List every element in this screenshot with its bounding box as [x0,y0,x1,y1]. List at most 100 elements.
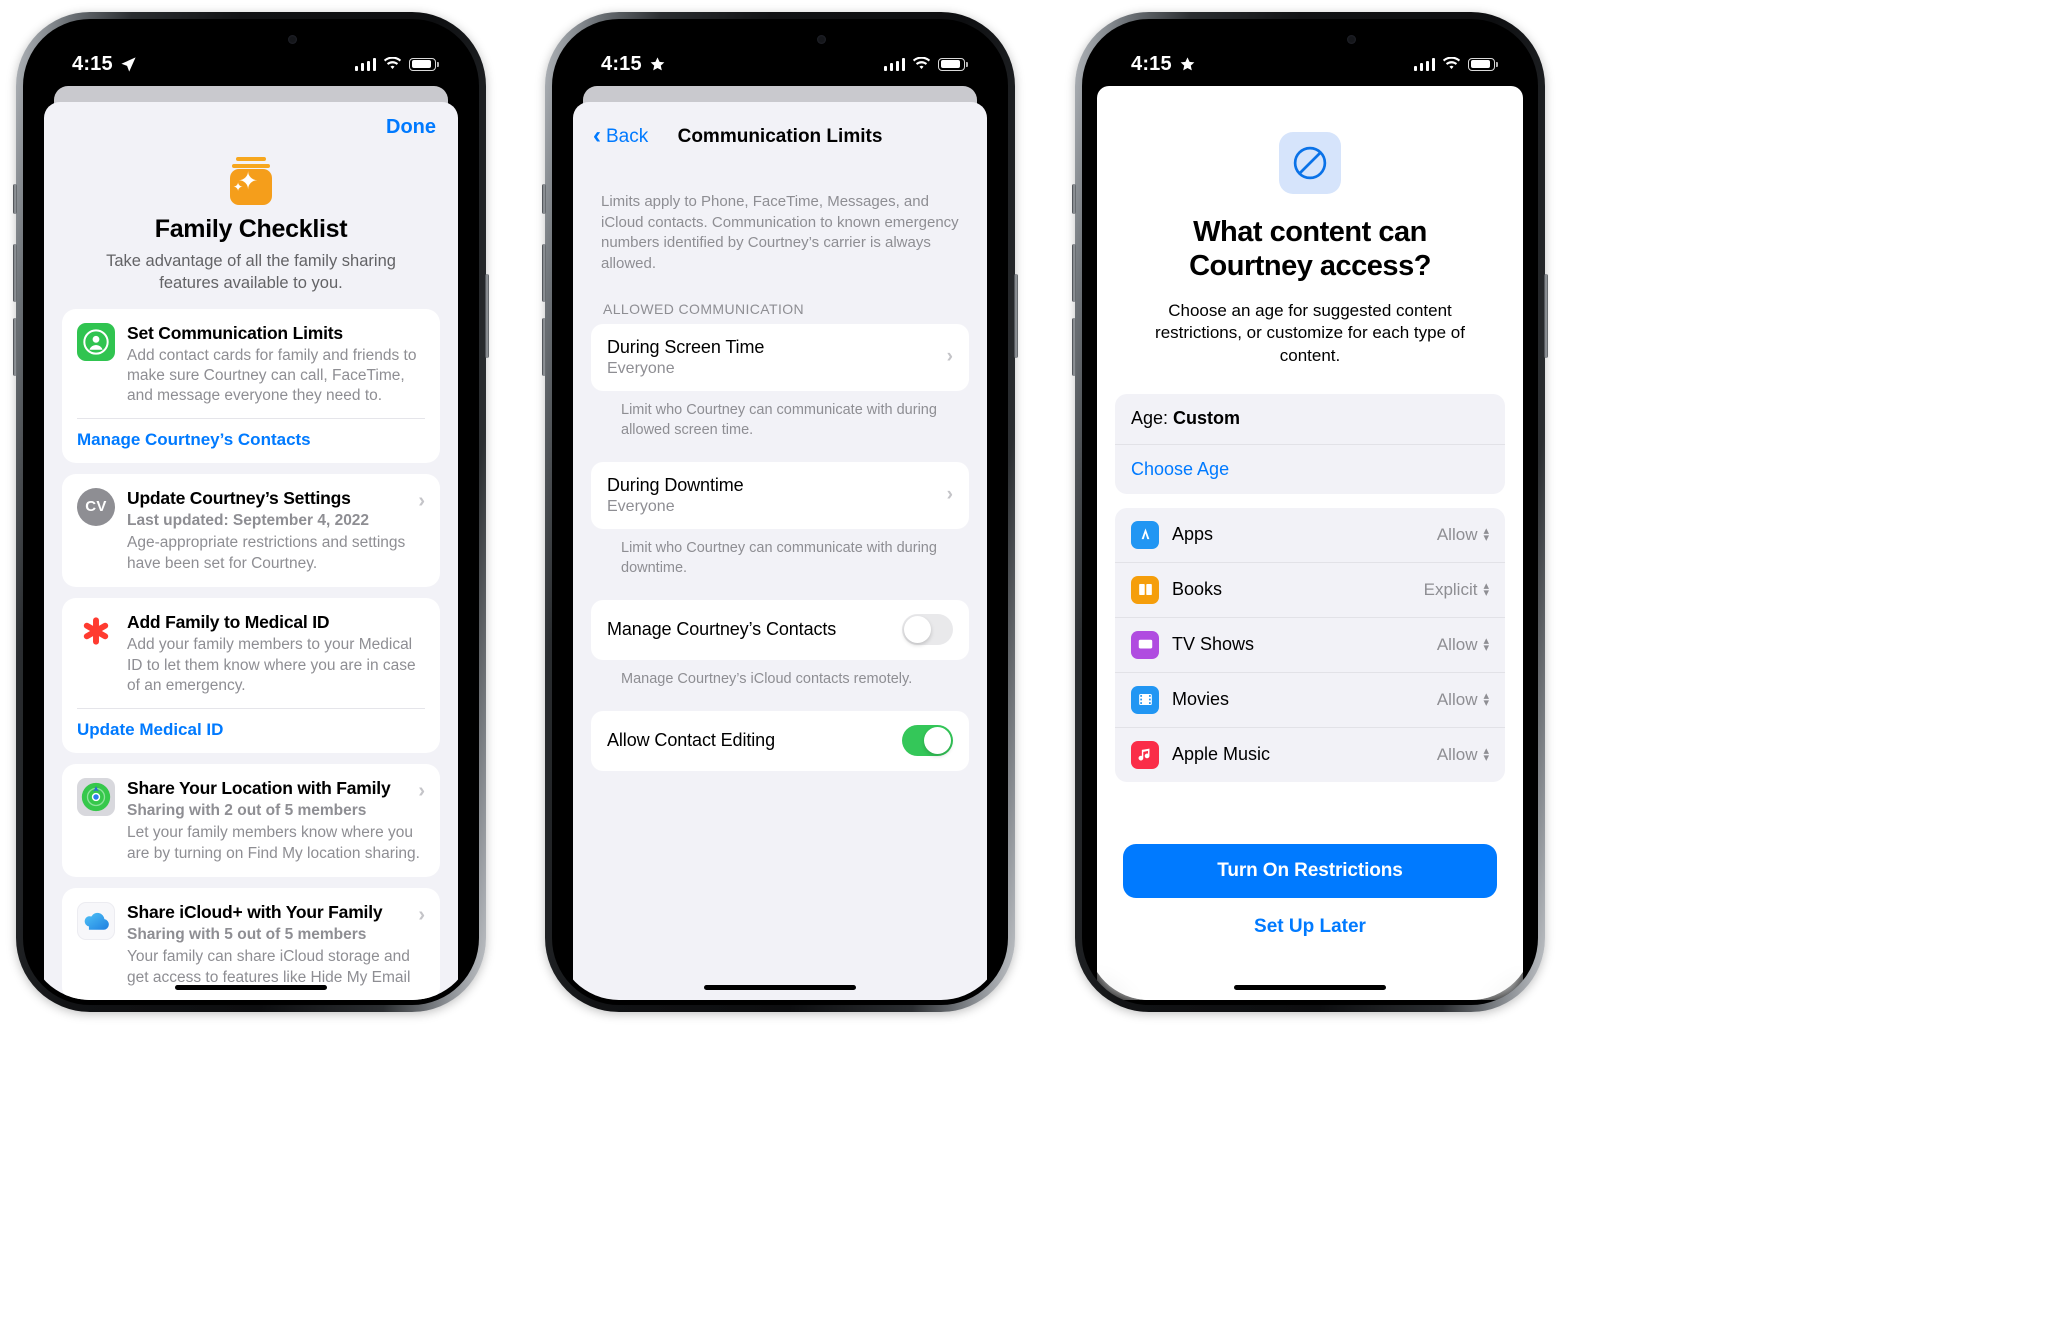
row-value: Everyone [607,497,675,515]
find-my-icon [77,777,115,816]
set-up-later-button[interactable]: Set Up Later [1123,916,1497,938]
books-icon [1131,575,1159,604]
content-value[interactable]: Allow ▴ ▾ [1437,745,1489,765]
home-indicator [704,985,856,990]
power-button[interactable] [1014,274,1018,358]
battery-icon [1468,57,1498,71]
card-title: Share Your Location with Family [127,777,391,798]
content-value[interactable]: Allow ▴ ▾ [1437,635,1489,655]
card-subtitle: Let your family members know where you a… [127,824,420,862]
content-type-group: Apps Allow ▴ ▾ Books Explicit ▴ ▾ TV Sho… [1115,507,1505,782]
bottom-action-bar: Turn On Restrictions Set Up Later [1097,822,1523,1000]
turn-on-restrictions-button[interactable]: Turn On Restrictions [1123,844,1497,898]
cellular-signal-icon [354,57,376,71]
icloud-icon [77,901,115,940]
battery-icon [938,57,968,71]
power-button[interactable] [485,274,489,358]
row-footer: Manage Courtney’s iCloud contacts remote… [621,670,913,687]
notch [171,24,331,56]
notch [1230,24,1390,56]
card-update-courtney-settings[interactable]: › CV Update Courtney’s Settings Last upd… [62,473,440,588]
app-store-icon [1131,520,1159,549]
card-meta: Sharing with 5 out of 5 members [127,925,367,943]
choose-age-row[interactable]: Choose Age [1115,443,1505,494]
card-title: Update Courtney’s Settings [127,487,351,508]
content-restrictions-header: What content can Courtney access? Choose… [1097,86,1523,368]
mute-switch[interactable] [1072,184,1076,214]
wifi-icon [912,57,931,70]
chevron-right-icon: › [418,903,425,926]
card-meta: Last updated: September 4, 2022 [127,511,370,529]
content-name: TV Shows [1172,634,1255,655]
volume-up-button[interactable] [542,244,546,302]
row-during-screen-time-group: During Screen Time Everyone › Limit who … [591,323,969,440]
home-indicator [175,985,327,990]
card-share-location[interactable]: › Share Your Location with Family Sharin… [62,763,440,877]
volume-down-button[interactable] [13,318,17,376]
card-share-icloud-plus[interactable]: › Share iCloud+ with Your Family Sharing… [62,887,440,1000]
row-title: During Screen Time [607,336,765,357]
front-camera-icon [288,35,297,44]
home-indicator [1234,985,1386,990]
content-row-books[interactable]: Books Explicit ▴ ▾ [1115,561,1505,617]
front-camera-icon [1347,35,1356,44]
row-during-downtime-group: During Downtime Everyone › Limit who Cou… [591,461,969,578]
content-name: Books [1172,579,1223,600]
volume-down-button[interactable] [542,318,546,376]
communication-limits-sheet: ‹ Back Communication Limits Limits apply… [573,102,987,1000]
content-row-tv-shows[interactable]: TV Shows Allow ▴ ▾ [1115,616,1505,672]
battery-icon [409,57,439,71]
chevron-updown-icon: ▴ ▾ [1483,689,1489,709]
content-value[interactable]: Explicit ▴ ▾ [1424,580,1489,600]
content-row-apps[interactable]: Apps Allow ▴ ▾ [1115,508,1505,562]
update-medical-id-link[interactable]: Update Medical ID [77,707,425,740]
location-arrow-icon [121,56,136,72]
cellular-signal-icon [1413,57,1435,71]
row-title: During Downtime [607,474,744,495]
manage-contacts-toggle[interactable] [902,614,953,646]
phone-1-family-checklist: 4:15 Done ✦ ✦ Family Checklist Take adva… [13,12,489,1012]
mute-switch[interactable] [13,184,17,214]
chevron-updown-icon: ▴ ▾ [1483,634,1489,654]
row-value: Everyone [607,359,675,377]
card-set-communication-limits[interactable]: Set Communication Limits Add contact car… [62,308,440,463]
card-subtitle: Age-appropriate restrictions and setting… [127,534,406,572]
volume-down-button[interactable] [1072,318,1076,376]
power-button[interactable] [1544,274,1548,358]
row-manage-courtneys-contacts[interactable]: Manage Courtney’s Contacts [591,599,969,660]
star-icon [650,56,665,70]
row-allow-contact-editing[interactable]: Allow Contact Editing [591,710,969,771]
avatar: CV [77,487,115,526]
manage-contacts-link[interactable]: Manage Courtney’s Contacts [77,417,425,450]
choose-age-button[interactable]: Choose Age [1131,459,1229,480]
wifi-icon [1442,57,1461,70]
mute-switch[interactable] [542,184,546,214]
wifi-icon [383,57,402,70]
card-subtitle: Add contact cards for family and friends… [127,346,417,405]
chevron-right-icon: › [418,489,425,512]
volume-up-button[interactable] [1072,244,1076,302]
content-name: Apple Music [1172,744,1271,765]
chevron-left-icon: ‹ [593,122,601,150]
phone-3-content-restrictions: 4:15 What content can Courtney access? C… [1072,12,1548,1012]
chevron-right-icon: › [946,346,953,368]
allow-contact-editing-toggle[interactable] [902,725,953,757]
volume-up-button[interactable] [13,244,17,302]
back-button[interactable]: ‹ Back [593,122,648,150]
content-value[interactable]: Allow ▴ ▾ [1437,525,1489,545]
row-during-downtime[interactable]: During Downtime Everyone › [591,461,969,529]
family-checklist-sheet: Done ✦ ✦ Family Checklist Take advantage … [44,102,458,1000]
card-add-family-medical-id[interactable]: Add Family to Medical ID Add your family… [62,598,440,753]
age-group: Age: Custom Choose Age [1115,393,1505,494]
row-during-screen-time[interactable]: During Screen Time Everyone › [591,323,969,391]
phone-2-communication-limits: 4:15 ‹ Back Communication Limits Limits … [542,12,1018,1012]
content-row-apple-music[interactable]: Apple Music Allow ▴ ▾ [1115,726,1505,782]
no-entry-icon [1279,132,1341,194]
page-title: What content can Courtney access? [1189,216,1431,282]
content-row-movies[interactable]: Movies Allow ▴ ▾ [1115,671,1505,727]
chevron-updown-icon: ▴ ▾ [1483,524,1489,544]
family-checklist-icon: ✦ ✦ [226,155,276,205]
content-value[interactable]: Allow ▴ ▾ [1437,690,1489,710]
done-button[interactable]: Done [386,116,436,139]
music-icon [1131,740,1159,769]
